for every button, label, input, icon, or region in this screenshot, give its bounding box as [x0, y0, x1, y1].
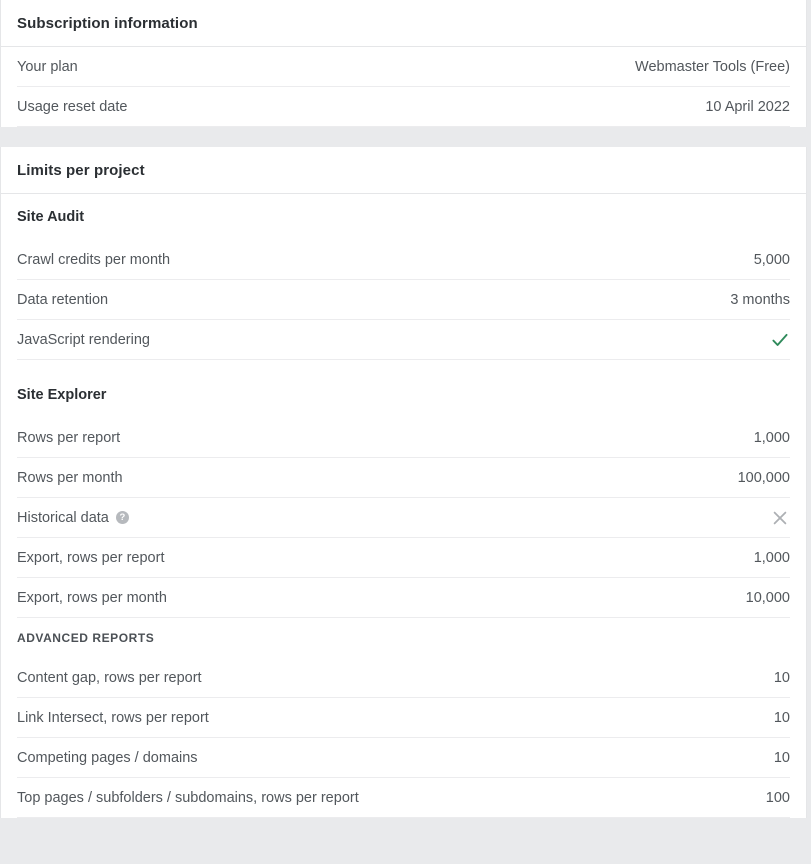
- row-label-with-help: Historical data ?: [17, 510, 129, 526]
- row-label: Historical data: [17, 509, 109, 526]
- page-bottom-fill: [0, 818, 811, 826]
- table-row: Competing pages / domains 10: [17, 738, 790, 778]
- row-label: Export, rows per report: [17, 549, 165, 566]
- panel-gap: [0, 127, 811, 147]
- table-row: Top pages / subfolders / subdomains, row…: [17, 778, 790, 818]
- table-row: JavaScript rendering: [17, 320, 790, 360]
- site-audit-rows: Crawl credits per month 5,000 Data reten…: [1, 240, 806, 360]
- row-label: Top pages / subfolders / subdomains, row…: [17, 789, 359, 806]
- row-value: 10: [773, 669, 790, 686]
- group-title-site-audit: Site Audit: [17, 209, 85, 225]
- row-label: Export, rows per month: [17, 589, 167, 606]
- subgroup-title-advanced-reports: ADVANCED REPORTS: [17, 631, 155, 645]
- row-value: 10 April 2022: [705, 98, 790, 115]
- table-row: Rows per report 1,000: [17, 418, 790, 458]
- subscription-information-panel: Subscription information Your plan Webma…: [0, 0, 807, 127]
- row-label: Rows per report: [17, 429, 121, 446]
- close-icon: [770, 508, 790, 528]
- row-value: 1,000: [753, 549, 790, 566]
- check-icon: [770, 330, 790, 350]
- subscription-rows: Your plan Webmaster Tools (Free) Usage r…: [1, 47, 806, 127]
- group-title-site-explorer: Site Explorer: [17, 387, 107, 403]
- limits-per-project-panel: Limits per project Site Audit Crawl cred…: [0, 147, 807, 818]
- row-label: JavaScript rendering: [17, 331, 150, 348]
- row-value: 1,000: [753, 429, 790, 446]
- row-value: 10,000: [745, 589, 790, 606]
- table-row: Link Intersect, rows per report 10: [17, 698, 790, 738]
- help-icon[interactable]: ?: [115, 511, 129, 524]
- limits-per-project-title: Limits per project: [17, 161, 145, 179]
- row-label: Your plan: [17, 58, 78, 75]
- table-row: Crawl credits per month 5,000: [17, 240, 790, 280]
- table-row: Your plan Webmaster Tools (Free): [17, 47, 790, 87]
- subscription-information-title: Subscription information: [17, 14, 198, 32]
- table-row: Usage reset date 10 April 2022: [17, 87, 790, 127]
- row-value: 5,000: [753, 251, 790, 268]
- table-row: Historical data ?: [17, 498, 790, 538]
- row-value: 100: [765, 789, 790, 806]
- row-label: Competing pages / domains: [17, 749, 198, 766]
- row-label: Link Intersect, rows per report: [17, 709, 209, 726]
- row-value: 100,000: [737, 469, 790, 486]
- table-row: Content gap, rows per report 10: [17, 658, 790, 698]
- row-label: Crawl credits per month: [17, 251, 171, 268]
- row-label: Usage reset date: [17, 98, 128, 115]
- row-value: 3 months: [730, 291, 790, 308]
- row-value: Webmaster Tools (Free): [635, 58, 790, 75]
- table-row: Export, rows per report 1,000: [17, 538, 790, 578]
- settings-page: Subscription information Your plan Webma…: [0, 0, 811, 864]
- advanced-reports-rows: Content gap, rows per report 10 Link Int…: [1, 658, 806, 818]
- row-label: Data retention: [17, 291, 109, 308]
- row-label: Rows per month: [17, 469, 123, 486]
- site-explorer-rows: Rows per report 1,000 Rows per month 100…: [1, 418, 806, 618]
- row-value: 10: [773, 709, 790, 726]
- table-row: Rows per month 100,000: [17, 458, 790, 498]
- row-label: Content gap, rows per report: [17, 669, 202, 686]
- table-row: Data retention 3 months: [17, 280, 790, 320]
- row-value: 10: [773, 749, 790, 766]
- table-row: Export, rows per month 10,000: [17, 578, 790, 618]
